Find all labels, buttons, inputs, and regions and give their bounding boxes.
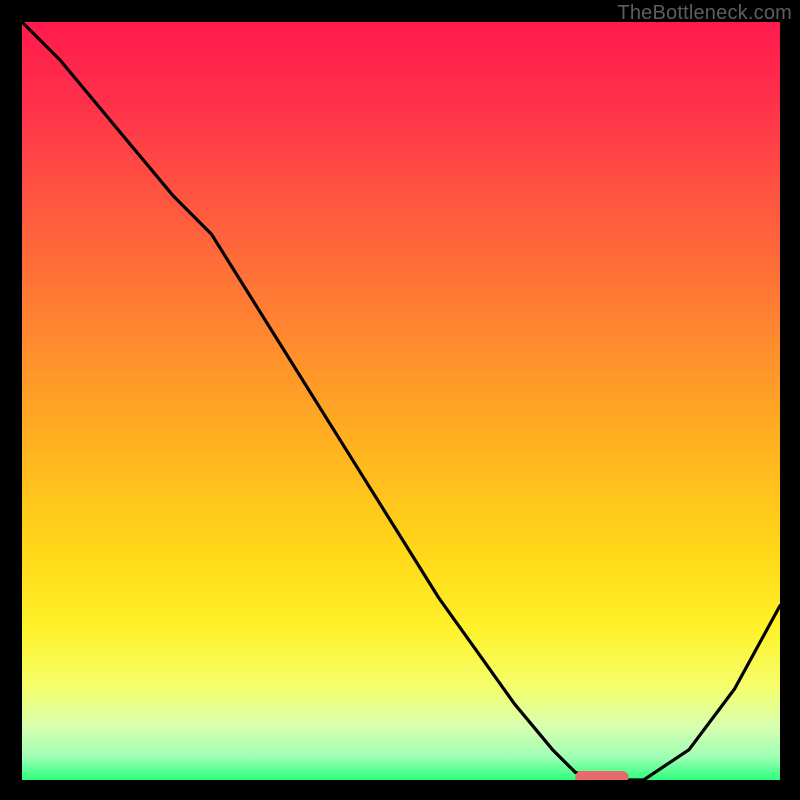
gradient-background (22, 22, 780, 780)
minimum-marker (575, 771, 628, 780)
chart-svg (22, 22, 780, 780)
plot-area (22, 22, 780, 780)
chart-frame: TheBottleneck.com (0, 0, 800, 800)
